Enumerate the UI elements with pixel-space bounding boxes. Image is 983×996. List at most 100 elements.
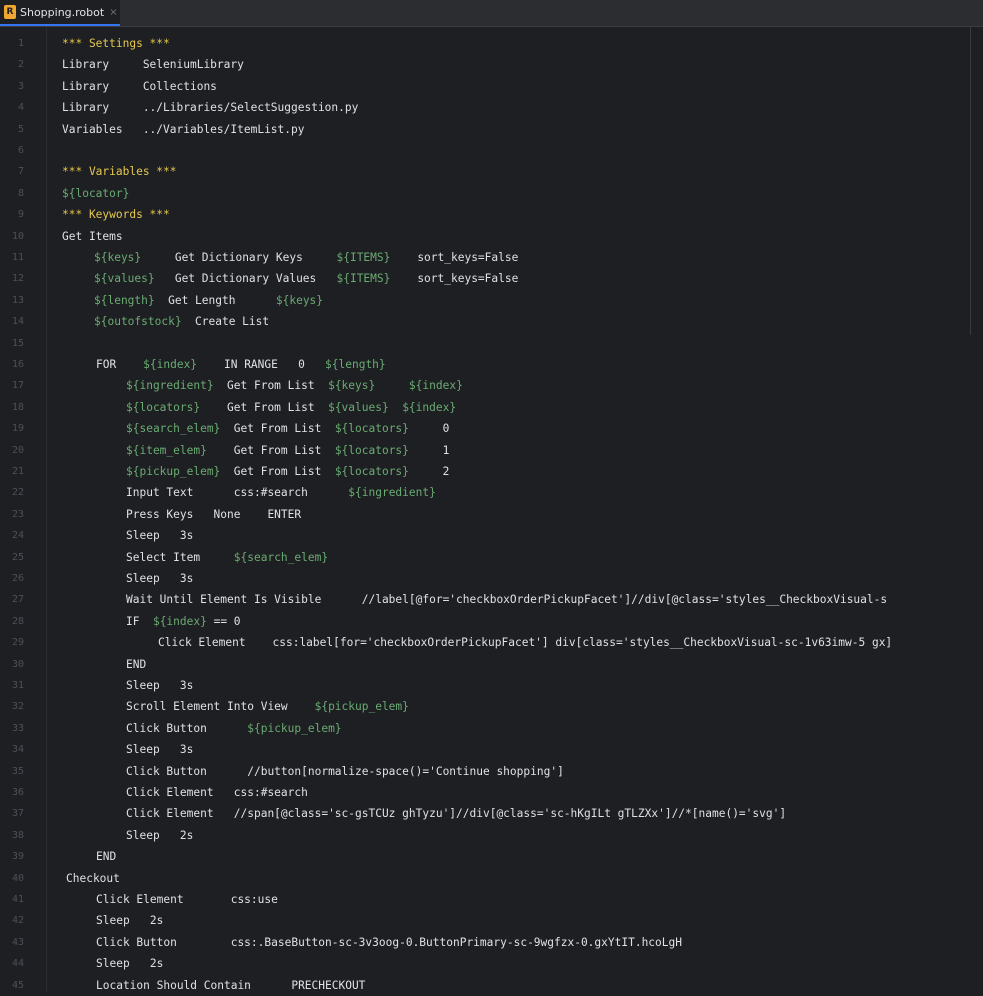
code-token: Sleep 3s [126,572,194,585]
variable-token: ${locators} [334,465,409,478]
code-line[interactable]: 17 ${ingredient} Get From List ${keys} ${… [0,375,983,396]
line-number: 42 [11,915,24,927]
code-line[interactable]: 12 ${values} Get Dictionary Values ${ITEM… [0,268,983,289]
variable-token: ${ingredient} [348,486,436,500]
code-text: Wait Until Element Is Visible //label[@f… [126,589,887,610]
line-number: 39 [11,851,24,863]
code-text: Input Text css:#search ${ingredient} [126,482,436,503]
code-text: ${locator} [62,183,129,204]
code-text: ${search_elem} Get From List ${locators}… [126,418,449,439]
code-token: Get Dictionary Values [154,272,337,286]
editor-tab-bar: R Shopping.robot × [0,0,983,27]
code-line[interactable]: 11 ${keys} Get Dictionary Keys ${ITEMS} s… [0,247,983,268]
line-number: 24 [11,530,24,542]
code-token: Click Element //span[@class='sc-gsTCUz g… [126,807,787,821]
code-line[interactable]: 8 ${locator} [0,183,983,204]
code-line[interactable]: 22 Input Text css:#search ${ingredient} [0,482,983,503]
variable-token: ${search_elem} [126,422,221,436]
code-line[interactable]: 10 Get Items [0,226,983,247]
code-token: END [126,657,147,671]
line-number: 43 [11,936,24,948]
code-line[interactable]: 31 Sleep 3s [0,675,983,696]
tab-shopping-robot[interactable]: R Shopping.robot × [0,0,120,26]
variable-token: ${ITEMS} [336,272,391,286]
line-number: 2 [17,59,24,71]
code-line[interactable]: 39 END [0,846,983,867]
code-line[interactable]: 2 Library SeleniumLibrary [0,54,983,75]
code-line[interactable]: 29 Click Element css:label[for='checkboxO… [0,632,983,653]
code-text: ${pickup_elem} Get From List ${locators}… [126,461,449,482]
code-line[interactable]: 30 END [0,654,983,675]
code-line[interactable]: 1 *** Settings *** [0,33,983,54]
code-line[interactable]: 14 ${outofstock} Create List [0,311,983,332]
variable-token: ${locators} [334,443,409,457]
code-text: Get Items [62,226,123,247]
code-line[interactable]: 34 Sleep 3s [0,739,983,760]
code-token: Click Button css:.BaseButton-sc-3v3oog-0… [96,935,682,949]
code-line[interactable]: 25 Select Item ${search_elem} [0,547,983,568]
code-line[interactable]: 38 Sleep 2s [0,825,983,846]
line-number: 13 [11,294,24,306]
line-number: 29 [11,637,24,649]
variable-token: ${pickup_elem} [247,721,342,735]
section-header-token: *** Keywords *** [62,208,170,222]
variable-token: ${pickup_elem} [314,700,409,714]
code-line[interactable]: 43 Click Button css:.BaseButton-sc-3v3oog… [0,932,983,953]
code-text: Variables ../Variables/ItemList.py [62,119,304,140]
line-number: 31 [11,680,24,691]
close-icon[interactable]: × [109,7,117,18]
code-token: Scroll Element Into View [126,700,315,714]
code-line[interactable]: 41 Click Element css:use [0,889,983,910]
code-text: *** Settings *** [62,33,170,54]
code-text: Click Element css:#search [126,782,308,803]
code-line[interactable]: 28 IF ${index} == 0 [0,611,983,632]
code-line[interactable]: 42 Sleep 2s [0,910,983,931]
code-line[interactable]: 18 ${locators} Get From List ${values} ${… [0,397,983,418]
code-token: Get From List [220,422,335,436]
code-line[interactable]: 6 [0,140,983,161]
code-line[interactable]: 23 Press Keys None ENTER [0,504,983,525]
code-line[interactable]: 44 Sleep 2s [0,953,983,974]
code-line[interactable]: 15 [0,333,983,354]
code-token: Click Element css:use [96,893,278,906]
line-number: 32 [11,701,24,713]
code-line[interactable]: 32 Scroll Element Into View ${pickup_elem… [0,696,983,717]
variable-token: ${values} [94,272,155,286]
code-line[interactable]: 35 Click Button //button[normalize-space(… [0,761,983,782]
variable-token: ${keys} [275,293,324,307]
code-editor[interactable]: 1 *** Settings *** 2 Library SeleniumLibrar… [0,27,983,992]
code-token: Sleep 3s [126,679,194,692]
code-line[interactable]: 4 Library ../Libraries/SelectSuggestion.p… [0,97,983,118]
section-header-token: *** Settings *** [62,37,170,50]
code-line[interactable]: 7 *** Variables *** [0,161,983,182]
code-line[interactable]: 26 Sleep 3s [0,568,983,589]
code-line[interactable]: 24 Sleep 3s [0,525,983,546]
code-line[interactable]: 3 Library Collections [0,76,983,97]
code-line[interactable]: 36 Click Element css:#search [0,782,983,803]
code-token: Wait Until Element Is Visible //label[@f… [126,593,888,607]
variable-token: ${search_elem} [233,550,329,564]
code-text: Sleep 3s [126,739,193,760]
code-line[interactable]: 19 ${search_elem} Get From List ${locator… [0,418,983,439]
code-text: Sleep 3s [126,675,193,696]
code-line[interactable]: 13 ${length} Get Length ${keys} [0,290,983,311]
line-number: 10 [11,230,24,242]
code-text: Checkout [66,868,120,889]
code-line[interactable]: 16 FOR ${index} IN RANGE 0 ${length} [0,354,983,375]
code-text: END [126,654,146,675]
code-line[interactable]: 33 Click Button ${pickup_elem} [0,718,983,739]
code-line[interactable]: 37 Click Element //span[@class='sc-gsTCUz… [0,803,983,824]
code-line[interactable]: 27 Wait Until Element Is Visible //label[… [0,589,983,610]
code-line[interactable]: 20 ${item_elem} Get From List ${locators}… [0,440,983,461]
code-line[interactable]: 5 Variables ../Variables/ItemList.py [0,119,983,140]
code-line[interactable]: 9 *** Keywords *** [0,204,983,225]
code-text: ${keys} Get Dictionary Keys ${ITEMS} sor… [94,247,518,268]
code-text: Scroll Element Into View ${pickup_elem} [126,696,409,717]
code-text: END [96,846,116,867]
variable-token: ${index} [152,614,207,628]
line-number: 34 [11,744,24,756]
code-line[interactable]: 45 Location Should Contain PRECHECKOUT [0,975,983,996]
code-line[interactable]: 21 ${pickup_elem} Get From List ${locator… [0,461,983,482]
code-line[interactable]: 40 Checkout [0,868,983,889]
code-token: == 0 [206,614,241,628]
